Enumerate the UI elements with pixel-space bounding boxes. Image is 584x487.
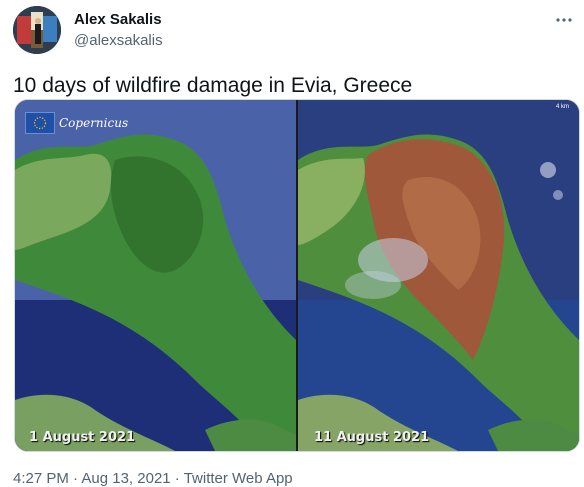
more-button[interactable] xyxy=(552,10,576,30)
timestamp-separator: · xyxy=(68,470,82,487)
tweet-source-link[interactable]: Twitter Web App xyxy=(184,470,293,487)
avatar-image xyxy=(13,6,61,54)
eu-flag-icon xyxy=(25,112,55,134)
tweet-time-link[interactable]: 4:27 PM · Aug 13, 2021 xyxy=(13,470,171,487)
satellite-image-before: Copernicus 1 August 2021 xyxy=(15,100,296,451)
author-handle[interactable]: @alexsakalis xyxy=(74,32,163,49)
tweet-time: 4:27 PM xyxy=(13,470,69,487)
tweet-source: Twitter Web App xyxy=(183,470,293,487)
tweet-timestamp: 4:27 PM · Aug 13, 2021 · Twitter Web App xyxy=(13,470,293,487)
satellite-image-after-graphic xyxy=(298,100,579,451)
more-horizontal-icon xyxy=(556,18,572,22)
tweet-media[interactable]: Copernicus 1 August 2021 4 km 11 August … xyxy=(14,99,580,452)
tweet-text: 10 days of wildfire damage in Evia, Gree… xyxy=(13,74,413,97)
timestamp-separator-2: · xyxy=(170,470,184,487)
satellite-image-before-graphic xyxy=(15,100,296,451)
date-label-after: 11 August 2021 xyxy=(314,430,430,445)
author-name[interactable]: Alex Sakalis xyxy=(74,11,162,28)
scale-label: 4 km xyxy=(555,104,569,110)
avatar[interactable] xyxy=(13,6,61,54)
satellite-image-after: 4 km 11 August 2021 xyxy=(298,100,579,451)
date-label-before: 1 August 2021 xyxy=(29,430,136,445)
copernicus-logo: Copernicus xyxy=(25,112,128,134)
copernicus-logo-text: Copernicus xyxy=(59,116,129,130)
tweet-date: Aug 13, 2021 xyxy=(81,470,171,487)
